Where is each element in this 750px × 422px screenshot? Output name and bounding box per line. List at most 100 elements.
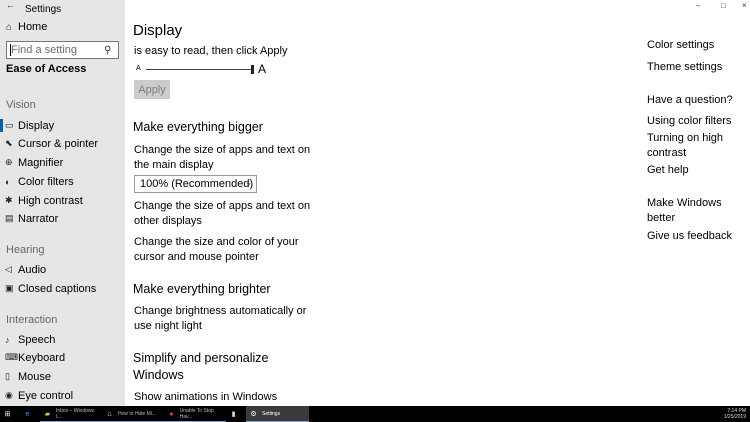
taskbar-item-label: Unable To Stop Hav... <box>179 408 214 420</box>
slider-thumb[interactable] <box>251 65 254 74</box>
sidebar-item-mouse[interactable]: ▯ Mouse <box>0 369 125 384</box>
taskbar: ⊞ e ▰ Inbox – Windows L... ⌂ How to Hide… <box>0 406 750 422</box>
sidebar-item-label: Eye control <box>18 389 74 402</box>
main-content: Display is easy to read, then click Appl… <box>125 0 635 406</box>
system-tray[interactable]: 7:14 PM 1/25/2019 <box>724 408 746 420</box>
sidebar-item-display[interactable]: ▭ Display <box>0 118 125 133</box>
scale-value: 100% (Recommended) <box>140 178 254 190</box>
magnifier-icon: ⊕ <box>5 157 13 167</box>
sidebar-item-high-contrast[interactable]: ✱ High contrast <box>0 193 125 208</box>
edge-icon: e <box>25 410 30 418</box>
sidebar-item-audio[interactable]: ◁ Audio <box>0 262 125 277</box>
sidebar-item-eye-control[interactable]: ◉ Eye control <box>0 388 125 403</box>
sidebar-item-label: Magnifier <box>18 156 64 169</box>
have-a-question-heading: Have a question? <box>647 94 733 106</box>
apply-button[interactable]: Apply <box>134 80 170 99</box>
back-arrow-icon[interactable]: ← <box>6 0 15 10</box>
related-pane: – □ × Color settings Theme settings Have… <box>635 0 750 406</box>
other-displays-link[interactable]: Change the size of apps and text on othe… <box>134 199 324 229</box>
get-help-link[interactable]: Get help <box>647 163 747 178</box>
bigger-description: Change the size of apps and text on the … <box>134 144 311 171</box>
sidebar-item-label: Color filters <box>18 175 74 188</box>
home-icon: ⌂ <box>6 21 13 33</box>
text-caret <box>10 44 11 56</box>
windows-logo-icon: ⊞ <box>4 411 11 418</box>
turning-high-contrast-link[interactable]: Turning on high contrast <box>647 131 747 161</box>
tray-date: 1/25/2019 <box>723 414 746 420</box>
scale-dropdown[interactable]: 100% (Recommended) ⌄ <box>134 175 257 193</box>
sidebar: ← Settings ⌂ Home ⚲ Ease of Access Visio… <box>0 0 125 406</box>
cursor-icon: ⬉ <box>5 138 13 148</box>
maximize-icon[interactable]: □ <box>721 1 726 10</box>
color-settings-link[interactable]: Color settings <box>647 38 747 53</box>
home-label: Home <box>18 21 48 33</box>
heading-make-everything-bigger: Make everything bigger <box>133 120 263 134</box>
group-label-vision: Vision <box>6 99 36 111</box>
theme-settings-link[interactable]: Theme settings <box>647 60 747 75</box>
sidebar-item-narrator[interactable]: ▤ Narrator <box>0 211 125 226</box>
title-bar: ← Settings <box>0 0 125 20</box>
keyboard-icon: ⌨ <box>5 352 18 362</box>
sidebar-item-label: Cursor & pointer <box>18 137 99 150</box>
app-icon: ⌂ <box>107 410 112 418</box>
section-title: Ease of Access <box>6 63 87 75</box>
give-feedback-link[interactable]: Give us feedback <box>647 229 747 244</box>
narrator-icon: ▤ <box>5 213 14 223</box>
sidebar-item-label: Mouse <box>18 370 52 383</box>
taskbar-item-label: How to Hide Mi... <box>118 411 157 417</box>
sidebar-item-label: Closed captions <box>18 282 97 295</box>
cursor-settings-link[interactable]: Change the size and color of your cursor… <box>134 235 324 265</box>
audio-icon: ◁ <box>5 264 12 274</box>
sidebar-item-label: High contrast <box>18 194 83 207</box>
sidebar-item-label: Narrator <box>18 212 59 225</box>
group-label-interaction: Interaction <box>6 314 58 326</box>
sidebar-item-cursor-pointer[interactable]: ⬉ Cursor & pointer <box>0 136 125 151</box>
slider-small-label: A <box>136 65 141 72</box>
search-icon[interactable]: ⚲ <box>104 45 118 56</box>
captions-icon: ▣ <box>5 283 14 293</box>
high-contrast-icon: ✱ <box>5 195 13 205</box>
page-title: Display <box>133 22 183 39</box>
app-title: Settings <box>25 4 62 15</box>
sidebar-item-color-filters[interactable]: ◐ Color filters <box>0 174 125 189</box>
make-windows-better-heading: Make Windows better <box>647 197 722 224</box>
text-size-slider[interactable] <box>146 69 253 70</box>
sidebar-item-speech[interactable]: ♪ Speech <box>0 332 125 347</box>
eye-icon: ◉ <box>5 390 13 400</box>
chrome-icon: ● <box>169 410 174 418</box>
taskbar-item-chrome[interactable]: ● Unable To Stop Hav... <box>164 406 226 422</box>
sidebar-item-magnifier[interactable]: ⊕ Magnifier <box>0 155 125 170</box>
taskbar-item-explorer[interactable]: ▰ Inbox – Windows L... <box>40 406 102 422</box>
brightness-link[interactable]: Change brightness automatically or use n… <box>134 304 324 334</box>
heading-simplify-personalize: Simplify and personalize Windows <box>133 351 269 382</box>
sidebar-item-closed-captions[interactable]: ▣ Closed captions <box>0 281 125 296</box>
sidebar-item-keyboard[interactable]: ⌨ Keyboard <box>0 350 125 365</box>
sidebar-item-label: Speech <box>18 333 56 346</box>
taskbar-item-settings[interactable]: ⚙ Settings <box>246 406 309 422</box>
settings-window: ← Settings ⌂ Home ⚲ Ease of Access Visio… <box>0 0 750 406</box>
animations-label: Show animations in Windows <box>134 391 278 403</box>
taskbar-item-article[interactable]: ⌂ How to Hide Mi... <box>102 406 164 422</box>
group-label-hearing: Hearing <box>6 244 45 256</box>
close-icon[interactable]: × <box>742 1 747 10</box>
app-icon: ▮ <box>231 411 236 418</box>
chevron-down-icon: ⌄ <box>245 178 252 187</box>
home-button[interactable]: ⌂ Home <box>6 20 47 34</box>
minimize-icon[interactable]: – <box>696 1 700 10</box>
search-box[interactable]: ⚲ <box>6 41 119 59</box>
heading-make-everything-brighter: Make everything brighter <box>133 282 271 296</box>
taskbar-item-label: Settings <box>262 411 281 417</box>
explorer-icon: ▰ <box>44 411 51 418</box>
mouse-icon: ▯ <box>5 371 10 381</box>
start-button[interactable]: ⊞ <box>0 406 20 422</box>
taskbar-item-app[interactable]: ▮ <box>226 406 246 422</box>
color-filters-icon: ◐ <box>5 176 11 187</box>
slider-large-label: A <box>258 62 267 76</box>
taskbar-item-label: Inbox – Windows L... <box>55 408 95 420</box>
gear-icon: ⚙ <box>250 411 257 418</box>
sidebar-item-label: Display <box>18 119 55 132</box>
taskbar-edge[interactable]: e <box>20 406 40 422</box>
search-input[interactable] <box>7 43 104 57</box>
using-color-filters-link[interactable]: Using color filters <box>647 114 747 129</box>
display-icon: ▭ <box>5 120 14 130</box>
